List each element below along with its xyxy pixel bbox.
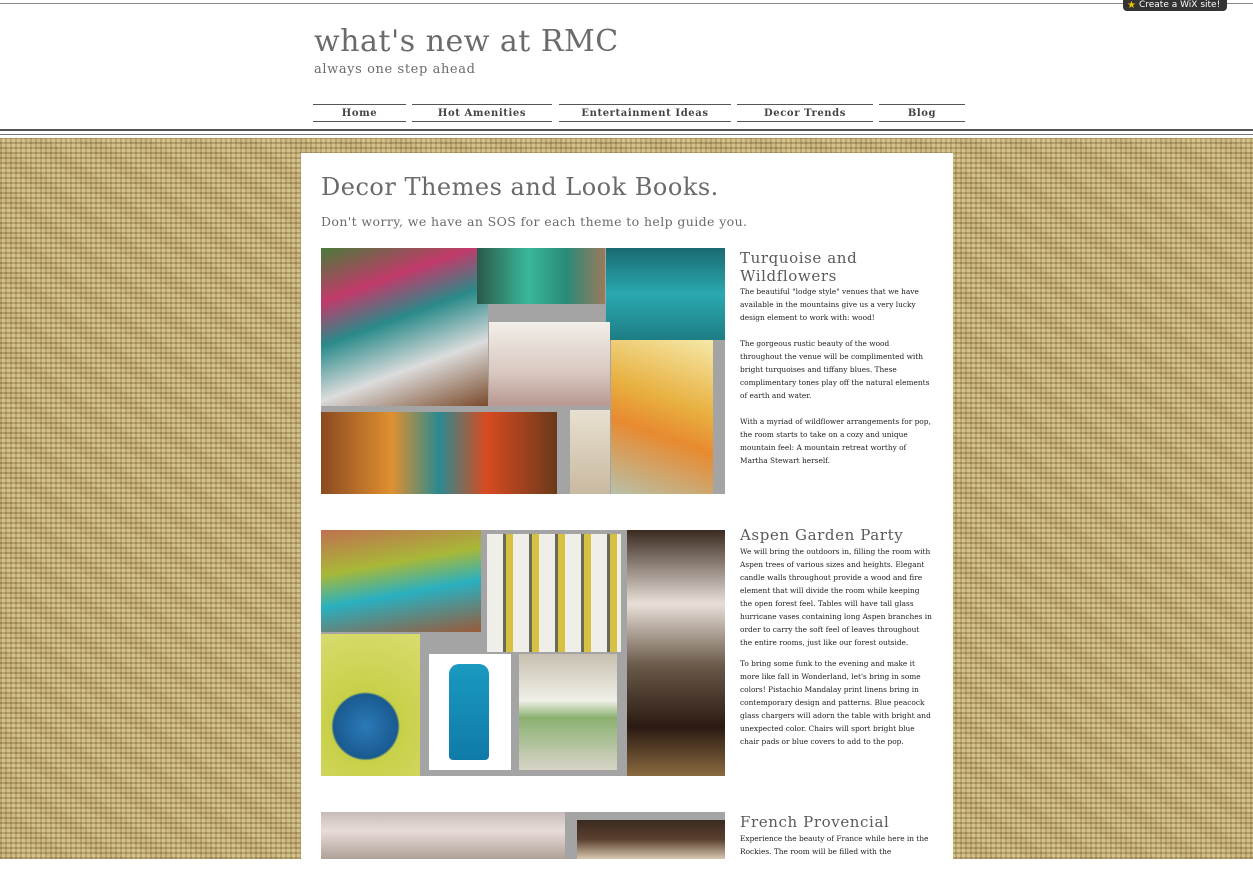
section-paragraph: The beautiful "lodge style" venues that …	[740, 287, 919, 322]
nav-item-entertainment-ideas[interactable]: Entertainment Ideas	[559, 104, 731, 122]
turquoise-door-photo	[606, 248, 725, 340]
rustic-detail-photo	[570, 410, 610, 494]
pistachio-table-photo	[321, 530, 481, 632]
nav-item-hot-amenities[interactable]: Hot Amenities	[412, 104, 552, 122]
section-paragraph: Experience the beauty of France while he…	[740, 834, 929, 856]
wix-badge-label: Create a WiX site!	[1138, 0, 1221, 10]
aspen-trees-photo	[487, 534, 621, 652]
wildflower-table-photo	[321, 412, 557, 494]
site-title: what's new at RMC	[314, 24, 619, 59]
page-title: Decor Themes and Look Books.	[321, 173, 719, 201]
header-divider	[0, 129, 1253, 131]
aspen-vase-arrangement-photo	[519, 654, 617, 770]
candle-wall-photo	[627, 530, 725, 776]
nav-item-blog[interactable]: Blog	[879, 104, 965, 122]
french-provencial-collage	[321, 812, 725, 859]
section-title-french: French Provencial	[740, 813, 890, 831]
site-tagline: always one step ahead	[314, 62, 476, 77]
table-centerpiece-photo	[321, 248, 488, 406]
header-divider-thin	[0, 134, 1253, 135]
section-paragraph: With a myriad of wildflower arrangements…	[740, 417, 931, 465]
peacock-charger-photo	[321, 634, 420, 776]
turquoise-wildflowers-collage	[321, 248, 725, 494]
create-wix-site-badge[interactable]: ★ Create a WiX site!	[1123, 0, 1227, 11]
chair-cover-shape	[449, 664, 489, 760]
section-title-aspen: Aspen Garden Party	[740, 526, 904, 544]
section-body-turquoise: The beautiful "lodge style" venues that …	[740, 285, 932, 480]
nav-item-home[interactable]: Home	[313, 104, 406, 122]
turquoise-glass-votives-photo	[477, 248, 605, 304]
blue-chair-cover-photo	[429, 654, 511, 770]
section-body-aspen: We will bring the outdoors in, filling t…	[740, 545, 932, 761]
section-paragraph: The gorgeous rustic beauty of the wood t…	[740, 339, 930, 400]
section-paragraph: To bring some funk to the evening and ma…	[740, 659, 931, 746]
birdcages-photo	[489, 322, 610, 406]
section-paragraph: We will bring the outdoors in, filling t…	[740, 547, 932, 647]
orange-flowers-photo	[611, 340, 713, 494]
dark-wood-room-photo	[577, 820, 725, 859]
aspen-garden-party-collage	[321, 530, 725, 776]
page-subtitle: Don't worry, we have an SOS for each the…	[321, 214, 748, 229]
section-title-turquoise: Turquoise and Wildflowers	[740, 249, 858, 285]
nav-item-decor-trends[interactable]: Decor Trends	[737, 104, 873, 122]
draped-ballroom-photo	[321, 812, 565, 859]
top-border-line	[0, 3, 1253, 4]
section-body-french: Experience the beauty of France while he…	[740, 832, 932, 871]
star-icon: ★	[1127, 0, 1136, 11]
